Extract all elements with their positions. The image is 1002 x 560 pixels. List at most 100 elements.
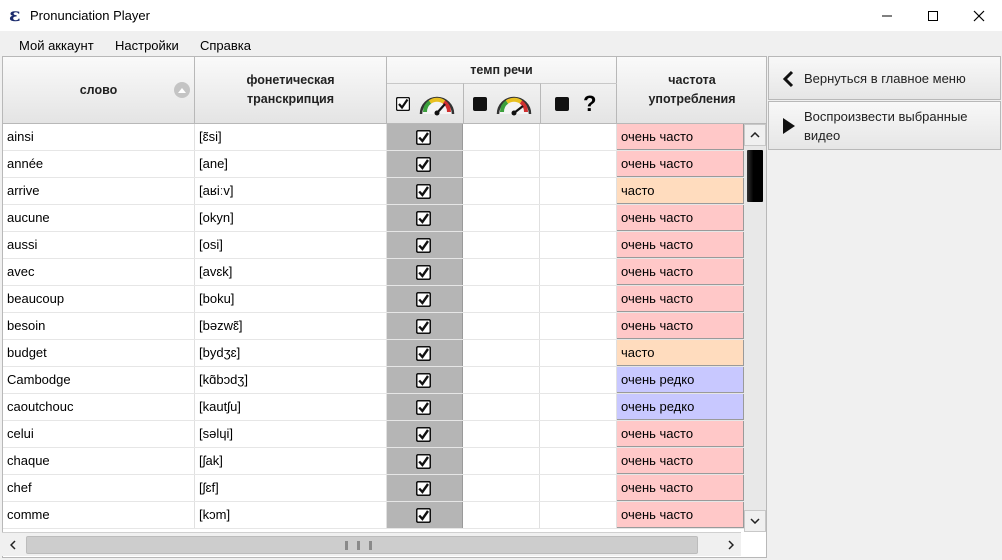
back-to-main-menu-button[interactable]: Вернуться в главное меню — [768, 56, 1001, 100]
speed-unknown-cell[interactable] — [540, 232, 617, 258]
speed-normal-cell[interactable] — [387, 178, 463, 204]
speed-unknown-cell[interactable] — [540, 367, 617, 393]
speed-normal-cell[interactable] — [387, 286, 463, 312]
scroll-right-button[interactable] — [720, 533, 742, 557]
speed-unknown-cell[interactable] — [540, 151, 617, 177]
frequency-cell[interactable]: очень часто — [617, 421, 744, 447]
transcription-cell[interactable]: [kɑ̃bɔdʒ] — [195, 367, 387, 393]
word-cell[interactable]: beaucoup — [3, 286, 195, 312]
speed-unknown-cell[interactable] — [540, 313, 617, 339]
table-row[interactable]: beaucoup [boku] очень часто — [3, 286, 744, 313]
table-row[interactable]: chaque [ʃak] очень часто — [3, 448, 744, 475]
table-row[interactable]: aussi [osi] очень часто — [3, 232, 744, 259]
word-cell[interactable]: caoutchouc — [3, 394, 195, 420]
select-all-checkbox-unchecked-icon[interactable] — [473, 97, 487, 111]
speed-normal-header[interactable] — [387, 83, 464, 124]
speed-fast-cell[interactable] — [463, 448, 540, 474]
transcription-cell[interactable]: [ane] — [195, 151, 387, 177]
word-cell[interactable]: Cambodge — [3, 367, 195, 393]
speed-unknown-cell[interactable] — [540, 502, 617, 528]
transcription-cell[interactable]: [bydʒɛ] — [195, 340, 387, 366]
transcription-cell[interactable]: [ʃɛf] — [195, 475, 387, 501]
checkbox-checked-icon[interactable] — [416, 373, 431, 388]
menu-my-account[interactable]: Мой аккаунт — [19, 38, 94, 53]
speed-fast-cell[interactable] — [463, 475, 540, 501]
word-cell[interactable]: aucune — [3, 205, 195, 231]
scroll-left-button[interactable] — [2, 533, 24, 557]
transcription-cell[interactable]: [bəzwɛ̃] — [195, 313, 387, 339]
checkbox-checked-icon[interactable] — [416, 292, 431, 307]
select-all-checkbox-checked-icon[interactable] — [396, 97, 410, 111]
speed-fast-cell[interactable] — [463, 205, 540, 231]
table-row[interactable]: comme [kɔm] очень часто — [3, 502, 744, 529]
play-selected-videos-button[interactable]: Воспроизвести выбранные видео — [768, 101, 1001, 150]
speed-fast-cell[interactable] — [463, 151, 540, 177]
transcription-cell[interactable]: [osi] — [195, 232, 387, 258]
table-row[interactable]: avec [avɛk] очень часто — [3, 259, 744, 286]
word-cell[interactable]: aussi — [3, 232, 195, 258]
checkbox-checked-icon[interactable] — [416, 346, 431, 361]
frequency-cell[interactable]: очень редко — [617, 367, 744, 393]
frequency-cell[interactable]: очень часто — [617, 502, 744, 528]
transcription-cell[interactable]: [avɛk] — [195, 259, 387, 285]
speed-fast-cell[interactable] — [463, 124, 540, 150]
checkbox-checked-icon[interactable] — [416, 184, 431, 199]
minimize-button[interactable] — [864, 0, 910, 31]
speed-fast-cell[interactable] — [463, 232, 540, 258]
transcription-cell[interactable]: [səlɥi] — [195, 421, 387, 447]
transcription-cell[interactable]: [ɛ̃si] — [195, 124, 387, 150]
table-row[interactable]: ainsi [ɛ̃si] очень часто — [3, 124, 744, 151]
speed-normal-cell[interactable] — [387, 259, 463, 285]
word-cell[interactable]: chaque — [3, 448, 195, 474]
speed-fast-cell[interactable] — [463, 313, 540, 339]
menu-settings[interactable]: Настройки — [115, 38, 179, 53]
table-row[interactable]: Cambodge [kɑ̃bɔdʒ] очень редко — [3, 367, 744, 394]
speed-unknown-cell[interactable] — [540, 259, 617, 285]
maximize-button[interactable] — [910, 0, 956, 31]
speed-fast-cell[interactable] — [463, 394, 540, 420]
frequency-cell[interactable]: часто — [617, 340, 744, 366]
speed-normal-cell[interactable] — [387, 448, 463, 474]
frequency-cell[interactable]: очень часто — [617, 286, 744, 312]
frequency-cell[interactable]: часто — [617, 178, 744, 204]
vertical-scrollbar[interactable] — [744, 124, 766, 532]
word-cell[interactable]: budget — [3, 340, 195, 366]
frequency-cell[interactable]: очень часто — [617, 124, 744, 150]
transcription-cell[interactable]: [okyn] — [195, 205, 387, 231]
frequency-cell[interactable]: очень часто — [617, 259, 744, 285]
table-row[interactable]: celui [səlɥi] очень часто — [3, 421, 744, 448]
speed-normal-cell[interactable] — [387, 502, 463, 528]
frequency-cell[interactable]: очень часто — [617, 313, 744, 339]
column-header-word[interactable]: слово — [3, 57, 195, 124]
checkbox-checked-icon[interactable] — [416, 454, 431, 469]
column-header-transcription[interactable]: фонетическая транскрипция — [195, 57, 387, 124]
speed-unknown-cell[interactable] — [540, 205, 617, 231]
speed-unknown-cell[interactable] — [540, 124, 617, 150]
checkbox-checked-icon[interactable] — [416, 481, 431, 496]
word-cell[interactable]: chef — [3, 475, 195, 501]
speed-normal-cell[interactable] — [387, 475, 463, 501]
transcription-cell[interactable]: [boku] — [195, 286, 387, 312]
table-row[interactable]: arrive [aʁiːv] часто — [3, 178, 744, 205]
table-row[interactable]: chef [ʃɛf] очень часто — [3, 475, 744, 502]
checkbox-checked-icon[interactable] — [416, 427, 431, 442]
checkbox-checked-icon[interactable] — [416, 319, 431, 334]
frequency-cell[interactable]: очень часто — [617, 475, 744, 501]
word-cell[interactable]: avec — [3, 259, 195, 285]
speed-unknown-cell[interactable] — [540, 475, 617, 501]
word-cell[interactable]: ainsi — [3, 124, 195, 150]
horizontal-scroll-thumb[interactable] — [26, 536, 698, 554]
transcription-cell[interactable]: [kautʃu] — [195, 394, 387, 420]
speed-fast-cell[interactable] — [463, 178, 540, 204]
speed-normal-cell[interactable] — [387, 151, 463, 177]
word-cell[interactable]: celui — [3, 421, 195, 447]
checkbox-checked-icon[interactable] — [416, 265, 431, 280]
scroll-thumb[interactable] — [747, 150, 763, 202]
checkbox-checked-icon[interactable] — [416, 157, 431, 172]
speed-normal-cell[interactable] — [387, 340, 463, 366]
select-all-checkbox-unchecked-icon[interactable] — [555, 97, 569, 111]
checkbox-checked-icon[interactable] — [416, 130, 431, 145]
word-cell[interactable]: comme — [3, 502, 195, 528]
transcription-cell[interactable]: [ʃak] — [195, 448, 387, 474]
table-row[interactable]: aucune [okyn] очень часто — [3, 205, 744, 232]
